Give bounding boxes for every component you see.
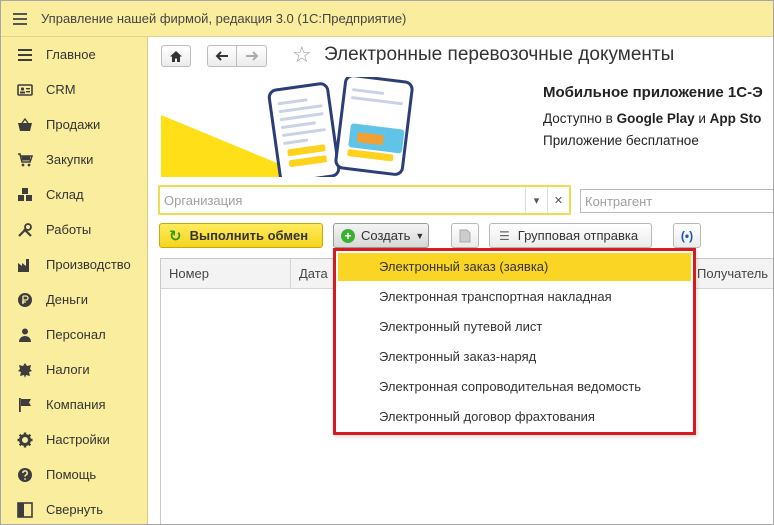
banner-title: Мобильное приложение 1С-Э (543, 84, 763, 101)
sidebar-item-sales[interactable]: Продажи (1, 107, 147, 142)
sidebar-item-label: Деньги (46, 292, 88, 307)
refresh-icon: ↻ (169, 227, 182, 245)
home-icon (170, 50, 182, 62)
main-menu-icon[interactable] (1, 1, 39, 37)
phone-illustration (333, 77, 415, 177)
broadcast-icon: (•) (680, 228, 694, 243)
truck-illustration (348, 123, 405, 154)
sidebar-item-purchases[interactable]: Закупки (1, 142, 147, 177)
group-send-button[interactable]: ☰ Групповая отправка (489, 223, 652, 248)
document-button[interactable] (451, 223, 479, 248)
back-button[interactable] (207, 45, 237, 67)
boxes-icon (17, 187, 33, 203)
banner-free-note: Приложение бесплатное (543, 133, 699, 148)
counterparty-input[interactable] (581, 190, 773, 212)
sidebar-item-label: Налоги (46, 362, 90, 377)
banner-availability: Доступно в Google Play и App Sto (543, 111, 762, 126)
sidebar-item-collapse[interactable]: Свернуть (1, 492, 147, 524)
create-label: Создать (361, 228, 411, 243)
run-exchange-button[interactable]: ↻ Выполнить обмен (159, 223, 323, 248)
title-bar: Управление нашей фирмой, редакция 3.0 (1… (1, 1, 773, 37)
broadcast-button[interactable]: (•) (673, 223, 701, 248)
menu-item-charter-contract[interactable]: Электронный договор фрахтования (338, 403, 691, 431)
sidebar-item-label: Работы (46, 222, 92, 237)
counterparty-field[interactable] (580, 189, 773, 213)
list-icon: ☰ (499, 228, 510, 243)
factory-icon (17, 257, 33, 273)
app-title: Управление нашей фирмой, редакция 3.0 (1… (41, 11, 407, 26)
sidebar-item-personnel[interactable]: Персонал (1, 317, 147, 352)
column-header-number[interactable]: Номер (161, 259, 291, 289)
phone-illustration (266, 81, 342, 177)
sidebar-item-label: Закупки (46, 152, 94, 167)
organization-input[interactable] (160, 188, 525, 212)
menu-item-transport-waybill[interactable]: Электронная транспортная накладная (338, 283, 691, 311)
sidebar-item-label: Главное (46, 47, 96, 62)
chevron-down-icon: ▼ (415, 230, 425, 241)
menu-item-travel-sheet[interactable]: Электронный путевой лист (338, 313, 691, 341)
sidebar: Главное CRM Продажи Закупки Склад Работы… (1, 37, 148, 524)
favorite-star-icon[interactable]: ☆ (292, 43, 312, 67)
sidebar-item-taxes[interactable]: Налоги (1, 352, 147, 387)
person-icon (17, 327, 33, 343)
help-icon (17, 467, 33, 483)
contact-card-icon (17, 82, 33, 98)
create-menu: Электронный заказ (заявка) Электронная т… (333, 248, 696, 435)
organization-clear-button[interactable]: ✕ (547, 187, 569, 213)
sidebar-item-label: Свернуть (46, 502, 104, 517)
gear-icon (17, 432, 33, 448)
menu-item-electronic-order[interactable]: Электронный заказ (заявка) (338, 253, 691, 281)
sidebar-item-label: Компания (46, 397, 106, 412)
sidebar-item-money[interactable]: Деньги (1, 282, 147, 317)
sidebar-item-company[interactable]: Компания (1, 387, 147, 422)
arrow-right-icon (245, 51, 258, 61)
group-send-label: Групповая отправка (517, 228, 639, 243)
close-icon: ✕ (553, 194, 564, 207)
sidebar-item-label: CRM (46, 82, 76, 97)
tools-icon (17, 222, 33, 238)
sidebar-item-label: Персонал (46, 327, 106, 342)
organization-dropdown-button[interactable]: ▾ (525, 187, 547, 213)
basket-icon (17, 117, 33, 133)
page-title: Электронные перевозочные документы (324, 44, 675, 65)
cart-icon (17, 152, 33, 168)
flag-icon (17, 397, 33, 413)
sidebar-item-help[interactable]: Помощь (1, 457, 147, 492)
home-button[interactable] (161, 45, 191, 67)
menu-item-work-order[interactable]: Электронный заказ-наряд (338, 343, 691, 371)
sidebar-item-settings[interactable]: Настройки (1, 422, 147, 457)
create-button[interactable]: + Создать ▼ (333, 223, 429, 248)
sidebar-item-label: Производство (46, 257, 131, 272)
sidebar-item-label: Помощь (46, 467, 97, 482)
sidebar-item-production[interactable]: Производство (1, 247, 147, 282)
sidebar-item-main[interactable]: Главное (1, 37, 147, 72)
app-window: Управление нашей фирмой, редакция 3.0 (1… (0, 0, 774, 525)
chevron-down-icon: ▾ (533, 194, 540, 207)
sidebar-item-label: Продажи (46, 117, 101, 132)
emblem-icon (17, 362, 33, 378)
sidebar-item-crm[interactable]: CRM (1, 72, 147, 107)
list-icon (17, 47, 33, 63)
arrow-left-icon (215, 51, 228, 61)
coin-icon (17, 292, 33, 308)
menu-item-accompanying-statement[interactable]: Электронная сопроводительная ведомость (338, 373, 691, 401)
organization-field[interactable]: ▾ ✕ (158, 185, 571, 215)
run-exchange-label: Выполнить обмен (189, 228, 309, 243)
sidebar-item-label: Настройки (46, 432, 110, 447)
column-header-recipient[interactable]: Получатель (689, 259, 773, 289)
promo-banner[interactable]: Мобильное приложение 1С-Э Доступно в Goo… (161, 77, 773, 177)
sidebar-item-works[interactable]: Работы (1, 212, 147, 247)
forward-button[interactable] (237, 45, 267, 67)
document-icon (459, 229, 471, 242)
collapse-icon (17, 501, 33, 518)
plus-icon: + (341, 228, 355, 243)
sidebar-item-label: Склад (46, 187, 84, 202)
sidebar-item-warehouse[interactable]: Склад (1, 177, 147, 212)
